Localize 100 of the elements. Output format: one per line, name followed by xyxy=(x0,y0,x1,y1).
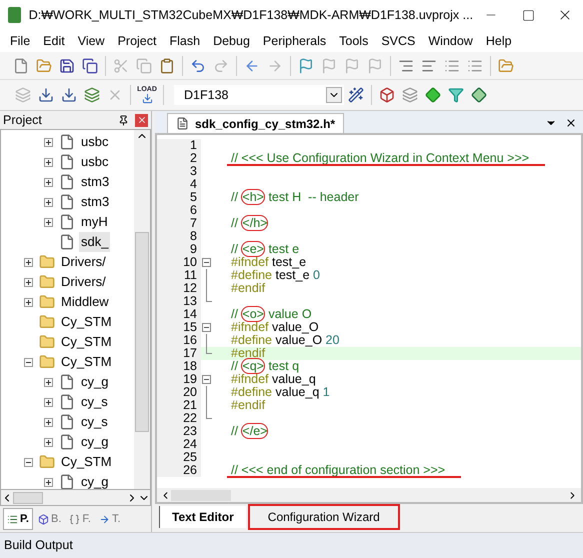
indent-icon[interactable] xyxy=(398,58,414,74)
tree-item[interactable]: cy_g xyxy=(79,432,110,452)
tree-item[interactable]: Cy_STM xyxy=(59,312,114,332)
close-button[interactable] xyxy=(135,114,148,126)
expand-toggle[interactable] xyxy=(44,378,52,386)
save-icon[interactable] xyxy=(59,58,75,74)
file-icon xyxy=(59,414,75,430)
code-comment: <h> xyxy=(241,189,265,205)
diamond-icon[interactable] xyxy=(425,87,441,103)
outdent-icon[interactable] xyxy=(421,58,437,74)
expand-toggle[interactable] xyxy=(44,198,52,206)
menu-item[interactable]: Peripherals xyxy=(262,32,326,50)
tree-item[interactable]: cy_g xyxy=(79,472,110,489)
fold-toggle[interactable] xyxy=(202,258,211,267)
horizontal-scrollbar[interactable] xyxy=(0,490,151,506)
tree-item[interactable]: myH xyxy=(79,212,110,232)
expand-toggle[interactable] xyxy=(44,218,52,226)
close-icon[interactable] xyxy=(565,117,577,129)
collapse-toggle[interactable] xyxy=(24,458,32,466)
line-number: 8 xyxy=(157,230,201,243)
expand-toggle[interactable] xyxy=(44,178,52,186)
file-icon xyxy=(176,117,189,130)
tree-item[interactable]: stm3 xyxy=(79,172,112,192)
expand-toggle[interactable] xyxy=(24,258,32,266)
panel-tab[interactable]: F. xyxy=(66,508,94,530)
menu-item[interactable]: Debug xyxy=(213,32,250,50)
tree-item[interactable]: usbc xyxy=(79,152,110,172)
expand-toggle[interactable] xyxy=(44,138,52,146)
code-comment: value O xyxy=(267,307,312,321)
code-directive: #endif xyxy=(231,346,266,360)
menu-item[interactable]: File xyxy=(10,32,30,50)
expand-toggle[interactable] xyxy=(44,158,52,166)
panel-tab[interactable]: T. xyxy=(96,508,124,530)
menu-item[interactable]: Window xyxy=(428,32,473,50)
panel-tab[interactable]: B. xyxy=(34,508,64,530)
expand-toggle[interactable] xyxy=(44,478,52,486)
expand-toggle[interactable] xyxy=(24,278,32,286)
tree-item[interactable]: Drivers/ xyxy=(59,252,108,272)
tree-item[interactable]: usbc xyxy=(79,132,110,152)
flag-icon[interactable] xyxy=(298,58,314,74)
tree-item[interactable]: stm3 xyxy=(79,192,112,212)
menu-item[interactable]: Tools xyxy=(339,32,368,50)
options-icon[interactable] xyxy=(379,87,395,103)
expand-toggle[interactable] xyxy=(44,398,52,406)
menu-item[interactable]: Help xyxy=(486,32,512,50)
code-identifier: value_q xyxy=(271,372,316,386)
fold-toggle[interactable] xyxy=(202,375,211,384)
target-select[interactable]: D1F138 xyxy=(174,85,344,105)
comment-icon[interactable] xyxy=(444,58,460,74)
wand-icon[interactable] xyxy=(348,87,364,103)
tree-item[interactable]: Drivers/ xyxy=(59,272,108,292)
expand-toggle[interactable] xyxy=(24,298,32,306)
tree-item[interactable]: Cy_STM xyxy=(59,332,114,352)
new-file-icon[interactable] xyxy=(13,58,29,74)
tree-item[interactable]: Cy_STM xyxy=(59,452,114,472)
file-tab[interactable]: sdk_config_cy_stm32.h* xyxy=(167,113,344,133)
expand-toggle[interactable] xyxy=(44,438,52,446)
pin-icon[interactable] xyxy=(118,114,129,126)
tree-item[interactable]: cy_s xyxy=(79,412,110,432)
filter-icon[interactable] xyxy=(448,87,464,103)
code-comment: // <<< end of configuration section >>> xyxy=(231,463,446,477)
tree-item[interactable]: cy_s xyxy=(79,392,110,412)
tree-item[interactable]: Middlew xyxy=(59,292,111,312)
line-number: 2 xyxy=(157,152,201,165)
rebuild-icon[interactable] xyxy=(61,87,77,103)
tree-item[interactable]: Cy_STM xyxy=(59,352,114,372)
undo-icon[interactable] xyxy=(190,58,206,74)
tree-item[interactable]: cy_g xyxy=(79,372,110,392)
uncomment-icon[interactable] xyxy=(467,58,483,74)
tree-item[interactable]: sdk_ xyxy=(79,232,110,252)
build-icon[interactable] xyxy=(38,87,54,103)
fold-toggle[interactable] xyxy=(202,323,211,332)
scrollbar-thumb[interactable] xyxy=(135,232,149,432)
scrollbar-thumb[interactable] xyxy=(13,492,43,504)
maximize-icon[interactable] xyxy=(522,8,535,22)
line-number: 22 xyxy=(157,412,201,425)
code-comment: // xyxy=(231,424,239,438)
open-folder-icon[interactable] xyxy=(36,58,52,74)
paste-icon[interactable] xyxy=(159,58,175,74)
menu-item[interactable]: SVCS xyxy=(381,32,416,50)
folder-icon xyxy=(39,254,55,270)
download-arrow-icon xyxy=(142,93,152,104)
batch-build-icon[interactable] xyxy=(84,87,100,103)
collapse-toggle[interactable] xyxy=(24,358,32,366)
find-in-files-icon[interactable] xyxy=(498,58,514,74)
back-icon[interactable] xyxy=(244,58,260,74)
menu-item[interactable]: Flash xyxy=(169,32,200,50)
save-all-icon[interactable] xyxy=(82,58,98,74)
horizontal-scrollbar[interactable] xyxy=(157,488,581,502)
components-icon[interactable] xyxy=(402,87,418,103)
vertical-scrollbar[interactable] xyxy=(134,130,150,489)
menu-item[interactable]: Project xyxy=(118,32,156,50)
expand-toggle[interactable] xyxy=(44,418,52,426)
scrollbar-thumb[interactable] xyxy=(171,490,231,500)
code-directive: #define xyxy=(231,268,272,282)
editor-mode-tab[interactable]: Text Editor xyxy=(159,506,246,528)
packs-icon[interactable] xyxy=(471,87,487,103)
menu-item[interactable]: View xyxy=(78,32,105,50)
menu-item[interactable]: Edit xyxy=(43,32,65,50)
panel-tab[interactable]: P. xyxy=(3,508,33,530)
